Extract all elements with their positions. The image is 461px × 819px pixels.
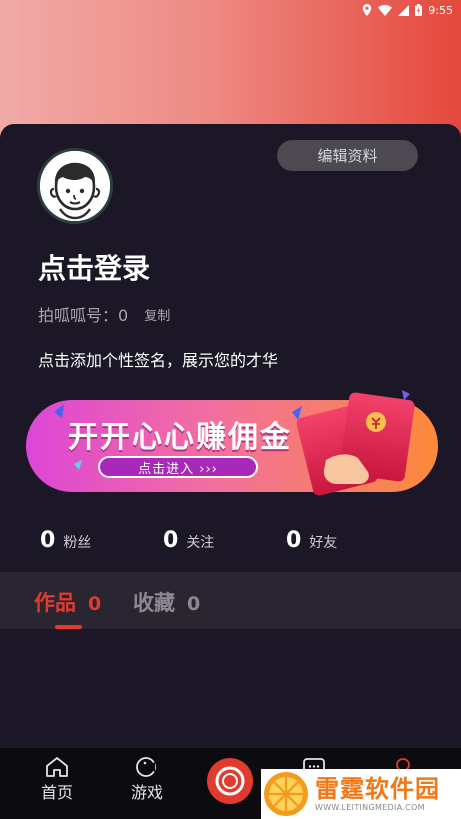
stat-label: 好友 [309,535,338,551]
home-icon [46,757,68,777]
tab-favorites[interactable]: 收藏 0 [133,587,200,617]
stat-value: 0 [40,528,56,553]
user-id-row: 拍呱呱号：0 复制 [38,302,170,326]
stat-value: 0 [163,528,179,553]
content-tabs: 作品 0 收藏 0 [0,572,461,629]
watermark-url: WWW.LEITINGMEDIA.COM [315,803,425,812]
edit-profile-button[interactable]: 编辑资料 [277,140,418,171]
user-id-label: 拍呱呱号：0 [38,306,129,325]
orange-logo-icon [264,772,308,816]
avatar[interactable] [37,148,113,224]
tab-works[interactable]: 作品 0 [34,587,101,617]
avatar-face-icon [40,151,110,221]
nav-label: 首页 [40,783,73,802]
stat-label: 关注 [186,535,215,551]
game-icon [136,757,156,777]
nav-label: 游戏 [130,783,163,802]
stat-value: 0 [286,528,302,553]
status-time: 9:55 [428,3,453,17]
wifi-icon [378,4,393,16]
nav-home[interactable]: 首页 [27,756,87,803]
tab-label: 作品 [34,591,76,615]
login-title[interactable]: 点击登录 [38,247,150,287]
nav-camera[interactable] [207,758,253,804]
watermark-logo: 雷霆软件园 WWW.LEITINGMEDIA.COM [261,769,461,819]
signature-text[interactable]: 点击添加个性签名，展示您的才华 [38,347,278,371]
banner-cta-button[interactable]: 点击进入 ››› [98,456,258,478]
commission-banner[interactable]: 开开心心赚佣金 点击进入 ››› [26,390,438,502]
location-icon [363,4,372,16]
stat-following[interactable]: 0 关注 [163,528,214,553]
stat-fans[interactable]: 0 粉丝 [40,528,91,553]
battery-icon [415,4,423,16]
status-bar: 9:55 [362,2,453,18]
tab-label: 收藏 [133,591,175,615]
tab-count: 0 [187,593,201,615]
camera-icon [215,766,245,796]
copy-id-button[interactable]: 复制 [144,305,170,324]
stat-friends[interactable]: 0 好友 [286,528,337,553]
tab-indicator [55,625,82,629]
signal-icon [398,4,410,16]
stat-label: 粉丝 [63,535,92,551]
banner-title: 开开心心赚佣金 [68,420,292,455]
watermark-title: 雷霆软件园 [315,775,440,803]
nav-game[interactable]: 游戏 [117,756,177,803]
stats-row: 0 粉丝 0 关注 0 好友 [0,528,461,562]
tab-count: 0 [88,593,102,615]
